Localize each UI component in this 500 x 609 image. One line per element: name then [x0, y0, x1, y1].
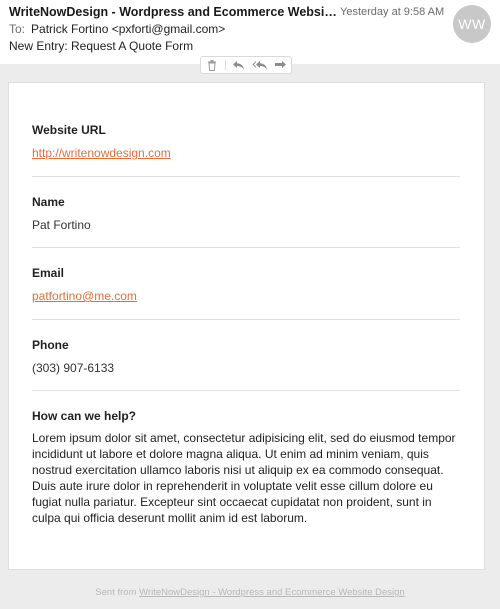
- toolbar-divider: [224, 60, 226, 70]
- field-divider: [32, 247, 460, 248]
- email-title: New Entry: Request A Quote Form: [9, 39, 194, 53]
- field-divider: [32, 319, 460, 320]
- website-url-field: Website URL http://writenowdesign.com: [32, 123, 460, 160]
- phone-value: (303) 907-6133: [32, 361, 115, 375]
- website-url-link[interactable]: http://writenowdesign.com: [32, 146, 460, 160]
- phone-field: Phone (303) 907-6133: [32, 338, 460, 375]
- help-label: How can we help?: [32, 409, 137, 423]
- email-date: Yesterday at 9:58 AM: [340, 6, 445, 18]
- email-label: Email: [32, 266, 65, 280]
- footer-site-link[interactable]: WriteNowDesign - Wordpress and Ecommerce…: [139, 587, 405, 598]
- form-entry-card: Website URL http://writenowdesign.com Na…: [8, 82, 485, 570]
- name-value: Pat Fortino: [32, 218, 91, 232]
- reply-icon[interactable]: [231, 58, 247, 72]
- message-actions-toolbar: [200, 56, 292, 74]
- sender-avatar[interactable]: WW: [453, 5, 491, 43]
- trash-icon[interactable]: [204, 58, 220, 72]
- help-field: How can we help? Lorem ipsum dolor sit a…: [32, 409, 460, 526]
- email-subject: WriteNowDesign - Wordpress and Ecommerce…: [9, 5, 339, 19]
- website-url-label: Website URL: [32, 123, 106, 137]
- footer-prefix: Sent from: [95, 587, 140, 598]
- phone-label: Phone: [32, 338, 69, 352]
- recipient-address[interactable]: Patrick Fortino <pxforti@gmail.com>: [31, 22, 225, 36]
- to-label: To:: [9, 22, 26, 36]
- reply-all-icon[interactable]: [252, 58, 268, 72]
- field-divider: [32, 390, 460, 391]
- recipient-line: To: Patrick Fortino <pxforti@gmail.com>: [9, 22, 225, 36]
- field-divider: [32, 176, 460, 177]
- help-message: Lorem ipsum dolor sit amet, consectetur …: [32, 431, 456, 525]
- name-field: Name Pat Fortino: [32, 195, 460, 232]
- email-link[interactable]: patfortino@me.com: [32, 289, 460, 303]
- name-label: Name: [32, 195, 65, 209]
- email-field: Email patfortino@me.com: [32, 266, 460, 303]
- message-header: WriteNowDesign - Wordpress and Ecommerce…: [0, 0, 500, 64]
- forward-icon[interactable]: [273, 58, 289, 72]
- email-footer: Sent from WriteNowDesign - Wordpress and…: [0, 587, 500, 598]
